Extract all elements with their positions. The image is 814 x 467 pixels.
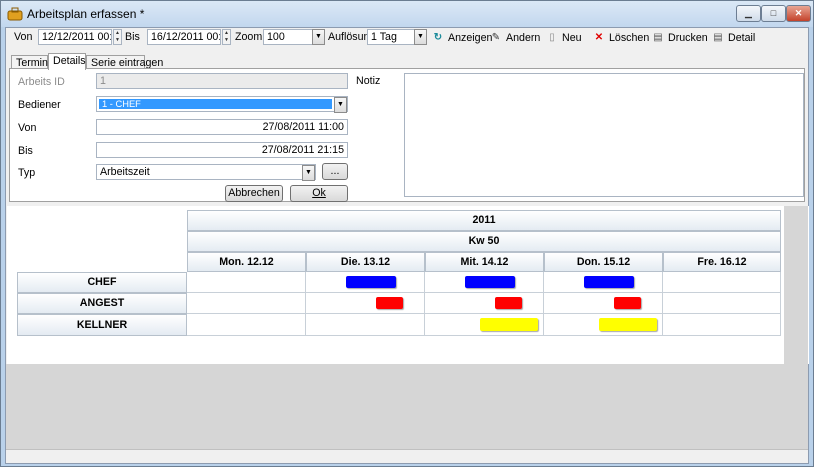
year-header: 2011: [187, 210, 781, 231]
typ-label: Typ: [18, 167, 36, 179]
row-header-kellner[interactable]: KELLNER: [17, 314, 187, 336]
abbrechen-button[interactable]: Abbrechen: [225, 185, 283, 202]
shift-block-chef[interactable]: [346, 276, 396, 288]
grid-cell[interactable]: [187, 314, 306, 336]
grid-cell[interactable]: [187, 272, 306, 293]
loeschen-button[interactable]: ✕ Löschen: [593, 30, 650, 46]
arbeits-id-label: Arbeits ID: [18, 76, 65, 88]
week-header: Kw 50: [187, 231, 781, 252]
von-spinner[interactable]: ▲ ▼: [113, 29, 122, 45]
notiz-textarea[interactable]: [404, 73, 804, 197]
aufloesung-dropdown-icon[interactable]: ▼: [414, 29, 427, 45]
day-header: Fre. 16.12: [663, 252, 781, 272]
bis-field-label: Bis: [18, 145, 33, 157]
andern-label: Andern: [506, 32, 541, 44]
toolbar: Von 12/12/2011 00:00 ▲▼ Bis 16/12/2011 0…: [6, 28, 808, 48]
shift-block-chef[interactable]: [465, 276, 515, 288]
maximize-button[interactable]: □: [761, 5, 786, 22]
neu-button[interactable]: ▯ Neu: [546, 30, 582, 46]
bediener-dropdown-icon[interactable]: ▼: [334, 97, 347, 113]
detail-button[interactable]: ▤ Detail: [712, 30, 755, 46]
tab-details[interactable]: Details: [48, 53, 86, 70]
grid-cell[interactable]: [663, 314, 781, 336]
typ-ellipsis-button[interactable]: ...: [322, 163, 348, 180]
von-date-input[interactable]: 12/12/2011 00:00: [38, 29, 112, 45]
new-document-icon: ▯: [549, 32, 555, 43]
grid-cell[interactable]: [425, 293, 544, 314]
drucken-label: Drucken: [668, 32, 708, 44]
zoom-select[interactable]: 100: [263, 29, 313, 45]
grid-cell[interactable]: [544, 293, 663, 314]
neu-label: Neu: [562, 32, 582, 44]
typ-dropdown-icon[interactable]: ▼: [302, 165, 315, 181]
day-header: Mit. 14.12: [425, 252, 544, 272]
von-field-label: Von: [18, 122, 37, 134]
grid-cell[interactable]: [663, 293, 781, 314]
andern-button[interactable]: ✎ Andern: [490, 30, 541, 46]
bediener-label: Bediener: [18, 99, 61, 111]
ok-button[interactable]: Ok: [290, 185, 348, 202]
app-window: Arbeitsplan erfassen * ▁ □ ✕ Von 12/12/2…: [0, 0, 814, 467]
shift-block-angest[interactable]: [495, 297, 522, 309]
grid-cell[interactable]: [663, 272, 781, 293]
refresh-icon: ↻: [433, 32, 443, 43]
von-label: Von: [14, 31, 33, 43]
shift-block-chef[interactable]: [584, 276, 634, 288]
details-panel: Arbeits ID 1 Bediener 1 - CHEF ▼ Von 27/…: [9, 68, 805, 202]
bis-label: Bis: [125, 31, 140, 43]
tab-termine[interactable]: Termine: [11, 55, 54, 69]
app-icon: [7, 7, 23, 21]
close-button[interactable]: ✕: [786, 5, 811, 22]
aufloesung-select[interactable]: 1 Tag: [367, 29, 415, 45]
zoom-dropdown-icon[interactable]: ▼: [312, 29, 325, 45]
row-header-angest[interactable]: ANGEST: [17, 293, 187, 314]
title-bar: Arbeitsplan erfassen * ▁ □ ✕: [1, 1, 813, 27]
detail-label: Detail: [728, 32, 756, 44]
shift-block-angest[interactable]: [614, 297, 641, 309]
delete-icon: ✕: [594, 32, 604, 43]
ok-label: Ok: [312, 187, 326, 199]
von-datetime-field[interactable]: 27/08/2011 11:00: [96, 119, 348, 135]
printer-icon: ▤: [653, 32, 663, 43]
bediener-combo[interactable]: 1 - CHEF ▼: [96, 96, 348, 113]
grid-cell[interactable]: [187, 293, 306, 314]
day-header: Mon. 12.12: [187, 252, 306, 272]
status-bar: [6, 449, 808, 463]
drucken-button[interactable]: ▤ Drucken: [652, 30, 708, 46]
notiz-label: Notiz: [356, 75, 381, 87]
zoom-label: Zoom: [235, 31, 263, 43]
day-header: Die. 13.12: [306, 252, 425, 272]
anzeigen-label: Anzeigen: [448, 32, 493, 44]
bis-date-input[interactable]: 16/12/2011 00:00: [147, 29, 221, 45]
client-area: Von 12/12/2011 00:00 ▲▼ Bis 16/12/2011 0…: [5, 27, 809, 464]
bis-datetime-field[interactable]: 27/08/2011 21:15: [96, 142, 348, 158]
shift-block-kellner[interactable]: [480, 318, 538, 331]
shift-block-angest[interactable]: [376, 297, 403, 309]
bediener-value: 1 - CHEF: [99, 99, 332, 109]
grid-cell[interactable]: [306, 314, 425, 336]
window-title: Arbeitsplan erfassen *: [27, 7, 145, 21]
arbeits-id-field: 1: [96, 73, 348, 89]
schedule-empty-area: [784, 206, 808, 364]
anzeigen-button[interactable]: ↻ Anzeigen: [432, 30, 493, 46]
shift-block-kellner[interactable]: [599, 318, 657, 331]
typ-combo[interactable]: Arbeitszeit ▼: [96, 164, 316, 181]
minimize-button[interactable]: ▁: [736, 5, 761, 22]
schedule-grid: 2011 Kw 50 Mon. 12.12 Die. 13.12 Mit. 14…: [7, 206, 809, 364]
typ-value: Arbeitszeit: [100, 166, 150, 178]
edit-icon: ✎: [491, 32, 501, 43]
detail-printer-icon: ▤: [713, 32, 723, 43]
loeschen-label: Löschen: [609, 32, 650, 44]
grid-cell[interactable]: [306, 293, 425, 314]
day-header: Don. 15.12: [544, 252, 663, 272]
bis-spinner[interactable]: ▲ ▼: [222, 29, 231, 45]
empty-area: [6, 364, 808, 449]
row-header-chef[interactable]: CHEF: [17, 272, 187, 293]
tab-serie-eintragen[interactable]: Serie eintragen: [86, 55, 163, 69]
